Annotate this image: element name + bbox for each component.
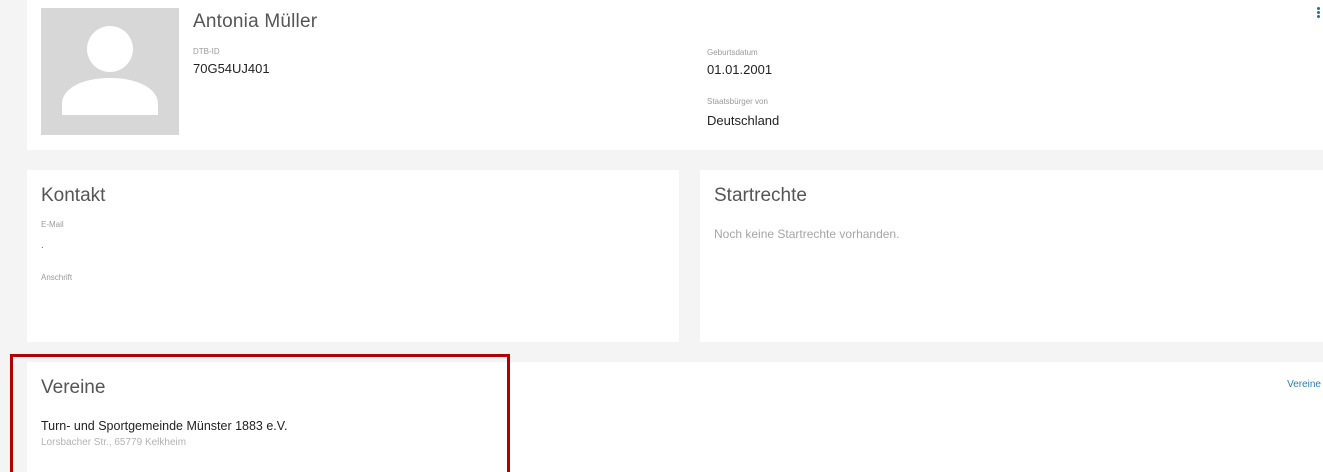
person-placeholder-icon [62, 26, 158, 115]
contact-panel: Kontakt E-Mail . Anschrift [27, 170, 679, 342]
more-vertical-icon[interactable] [1314, 6, 1322, 26]
citizenship-label: Staatsbürger von [707, 97, 768, 106]
dtb-id-value: 70G54UJ401 [193, 61, 270, 76]
email-label: E-Mail [41, 220, 64, 229]
birthdate-label: Geburtsdatum [707, 48, 758, 57]
address-label: Anschrift [41, 273, 73, 282]
citizenship-value: Deutschland [707, 113, 780, 128]
club-address: Lorsbacher Str., 65779 Kelkheim [41, 437, 187, 448]
clubs-panel: Vereine Vereine Turn- und Sportgemeinde … [27, 362, 1323, 472]
email-value: . [41, 240, 44, 251]
profile-card: Antonia Müller DTB-ID 70G54UJ401 Geburts… [27, 0, 1323, 150]
contact-title: Kontakt [41, 185, 106, 206]
start-rights-empty-text: Noch keine Startrechte vorhanden. [714, 227, 900, 241]
clubs-link[interactable]: Vereine [1287, 379, 1321, 390]
athlete-profile-page: Antonia Müller DTB-ID 70G54UJ401 Geburts… [0, 0, 1323, 472]
start-rights-panel: Startrechte Noch keine Startrechte vorha… [700, 170, 1323, 342]
clubs-title: Vereine [41, 377, 106, 398]
dtb-id-label: DTB-ID [193, 47, 220, 56]
start-rights-title: Startrechte [714, 185, 807, 206]
birthdate-value: 01.01.2001 [707, 62, 773, 77]
athlete-name: Antonia Müller [193, 11, 318, 32]
club-name[interactable]: Turn- und Sportgemeinde Münster 1883 e.V… [41, 419, 287, 433]
avatar [41, 8, 179, 135]
